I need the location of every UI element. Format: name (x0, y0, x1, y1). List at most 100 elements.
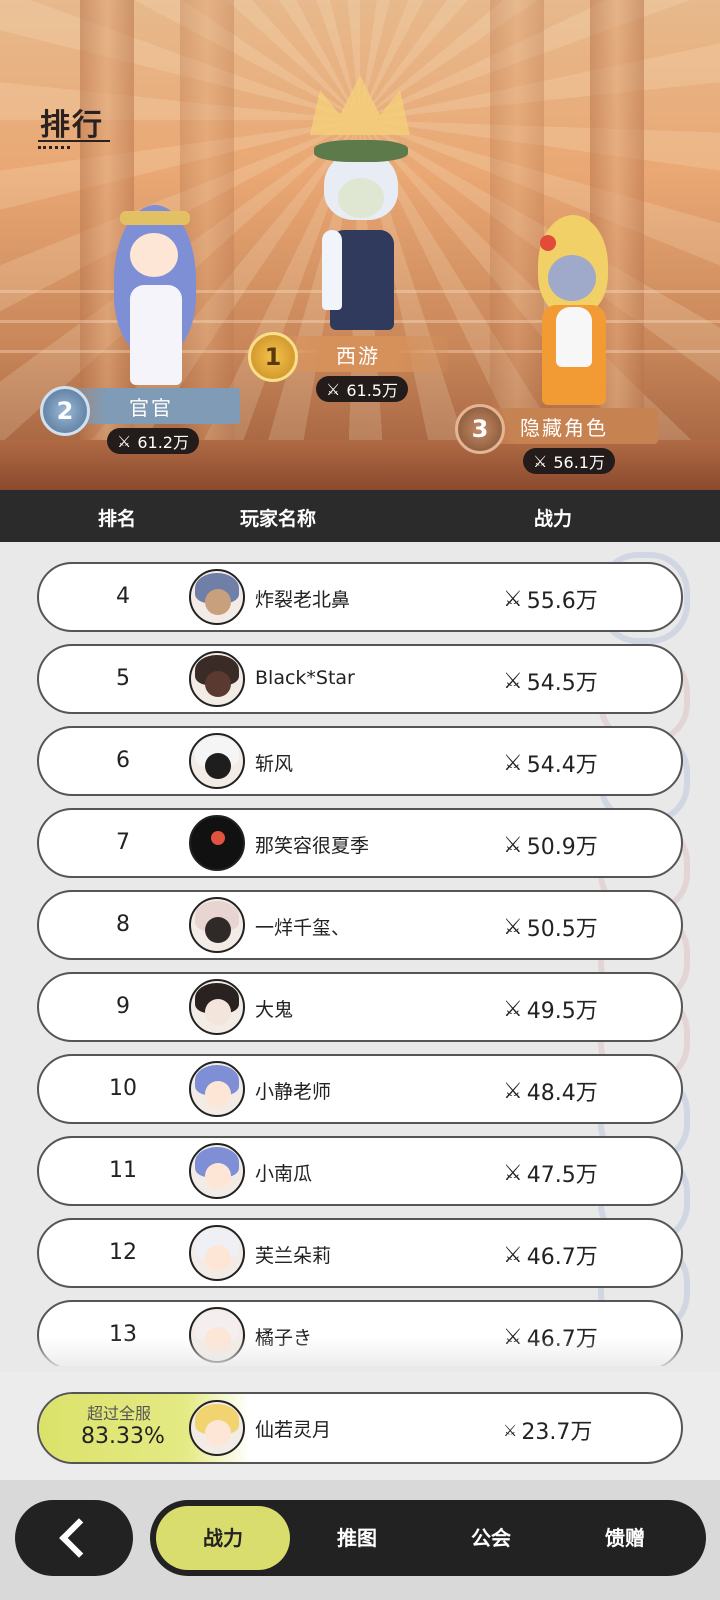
row-name: 芙兰朵莉 (255, 1245, 332, 1267)
crossed-swords-icon: ⚔ (503, 914, 523, 940)
row-rank: 7 (116, 830, 130, 855)
avatar[interactable] (189, 1400, 245, 1456)
tab-bar: 战力 推图 公会 馈赠 (150, 1500, 706, 1576)
row-power: ⚔ 55.6万 (503, 583, 598, 615)
crossed-swords-icon: ⚔ (503, 750, 523, 776)
tab-gifts[interactable]: 馈赠 (558, 1506, 692, 1570)
row-power-value: 50.9万 (526, 835, 598, 860)
ranking-row[interactable]: 7 那笑容很夏季 ⚔ 50.9万 (37, 808, 683, 878)
tab-power[interactable]: 战力 (156, 1506, 290, 1570)
avatar[interactable] (189, 1225, 245, 1281)
avatar[interactable] (189, 651, 245, 707)
row-power: ⚔ 49.5万 (503, 993, 598, 1025)
avatar[interactable] (189, 569, 245, 625)
crossed-swords-icon: ⚔ (117, 431, 132, 451)
header-player: 玩家名称 (240, 508, 317, 530)
percentile-value: 83.33% (81, 1424, 165, 1449)
ranking-row[interactable]: 9 大鬼 ⚔ 49.5万 (37, 972, 683, 1042)
podium-power-2: ⚔ 61.2万 (107, 428, 199, 454)
podium-power-value-1: 61.5万 (346, 381, 398, 400)
tab-guild[interactable]: 公会 (424, 1506, 558, 1570)
avatar[interactable] (189, 897, 245, 953)
ranking-row[interactable]: 8 一烊千玺、 ⚔ 50.5万 (37, 890, 683, 960)
crossed-swords-icon: ⚔ (326, 379, 341, 399)
avatar[interactable] (189, 733, 245, 789)
row-name: Black*Star (255, 667, 355, 689)
my-power: ⚔ 23.7万 (503, 1414, 592, 1446)
tab-stages[interactable]: 推图 (290, 1506, 424, 1570)
row-power: ⚔ 54.4万 (503, 747, 598, 779)
row-rank: 8 (116, 912, 130, 937)
rank-3-medal-icon: 3 (455, 404, 505, 454)
row-rank: 5 (116, 666, 130, 691)
row-power-value: 50.5万 (526, 917, 598, 942)
header-power: 战力 (534, 508, 573, 530)
ranking-row[interactable]: 5 Black*Star ⚔ 54.5万 (37, 644, 683, 714)
podium-banner: 排行 西游 1 ⚔ 61.5万 官官 2 ⚔ 61.2万 隐藏角色 3 ⚔ 56… (0, 0, 720, 490)
podium-character-1[interactable] (300, 140, 420, 340)
row-name: 斩风 (255, 753, 294, 775)
row-name: 小静老师 (255, 1081, 332, 1103)
row-power-value: 55.6万 (526, 589, 598, 614)
avatar[interactable] (189, 815, 245, 871)
ranking-list[interactable]: 4 炸裂老北鼻 ⚔ 55.6万 5 Black*Star ⚔ 54.5万 6 斩风 … (0, 542, 720, 1366)
row-power: ⚔ 54.5万 (503, 665, 598, 697)
row-rank: 4 (116, 584, 130, 609)
row-name: 那笑容很夏季 (255, 835, 370, 857)
my-power-value: 23.7万 (521, 1420, 593, 1445)
ranking-row[interactable]: 12 芙兰朵莉 ⚔ 46.7万 (37, 1218, 683, 1288)
percentile-label: 超过全服 (87, 1404, 152, 1423)
crossed-swords-icon: ⚔ (533, 451, 548, 471)
row-rank: 9 (116, 994, 130, 1019)
chevron-left-icon (59, 1518, 99, 1558)
ranking-row[interactable]: 11 小南瓜 ⚔ 47.5万 (37, 1136, 683, 1206)
my-name: 仙若灵月 (255, 1419, 332, 1441)
row-name: 大鬼 (255, 999, 294, 1021)
ranking-row[interactable]: 6 斩风 ⚔ 54.4万 (37, 726, 683, 796)
avatar[interactable] (189, 979, 245, 1035)
podium-power-value-2: 61.2万 (137, 433, 189, 452)
avatar[interactable] (189, 1061, 245, 1117)
crossed-swords-icon: ⚔ (503, 586, 523, 612)
ranking-row[interactable]: 10 小静老师 ⚔ 48.4万 (37, 1054, 683, 1124)
title-underline (38, 140, 110, 142)
row-power-value: 48.4万 (526, 1081, 598, 1106)
row-rank: 10 (109, 1076, 137, 1101)
title-dots (38, 146, 70, 149)
back-button[interactable] (15, 1500, 133, 1576)
podium-character-3[interactable] (520, 215, 630, 405)
row-name: 一烊千玺、 (255, 917, 351, 939)
row-name: 炸裂老北鼻 (255, 589, 351, 611)
crown-icon (310, 75, 410, 135)
podium-character-2[interactable] (100, 205, 210, 390)
row-power: ⚔ 47.5万 (503, 1157, 598, 1189)
row-rank: 12 (109, 1240, 137, 1265)
row-power-value: 46.7万 (526, 1245, 598, 1270)
row-rank: 6 (116, 748, 130, 773)
row-power: ⚔ 50.9万 (503, 829, 598, 861)
row-power: ⚔46.7万 (503, 1239, 598, 1271)
crossed-swords-icon: ⚔ (503, 996, 523, 1022)
row-power-value: 47.5万 (526, 1163, 598, 1188)
podium-power-3: ⚔ 56.1万 (523, 448, 615, 474)
page-title: 排行 (40, 108, 104, 143)
crossed-swords-icon: ⚔ (503, 668, 523, 694)
ranking-header: 排名 玩家名称 战力 (0, 490, 720, 542)
header-rank: 排名 (98, 508, 137, 530)
row-name: 小南瓜 (255, 1163, 313, 1185)
avatar[interactable] (189, 1143, 245, 1199)
row-rank: 11 (109, 1158, 137, 1183)
rank-1-medal-icon: 1 (248, 332, 298, 382)
list-fade (0, 1338, 720, 1372)
row-power-value: 54.5万 (526, 671, 598, 696)
row-power-value: 54.4万 (526, 753, 598, 778)
crossed-swords-icon: ⚔ (503, 1160, 523, 1186)
row-power: ⚔ 48.4万 (503, 1075, 598, 1107)
rank-2-medal-icon: 2 (40, 386, 90, 436)
my-rank-row[interactable]: 超过全服 83.33% 仙若灵月 ⚔ 23.7万 (37, 1392, 683, 1464)
ranking-row[interactable]: 4 炸裂老北鼻 ⚔ 55.6万 (37, 562, 683, 632)
podium-power-value-3: 56.1万 (553, 453, 605, 472)
crossed-swords-icon: ⚔ (503, 832, 523, 858)
row-power-value: 49.5万 (526, 999, 598, 1024)
crossed-swords-icon: ⚔ (503, 1078, 523, 1104)
